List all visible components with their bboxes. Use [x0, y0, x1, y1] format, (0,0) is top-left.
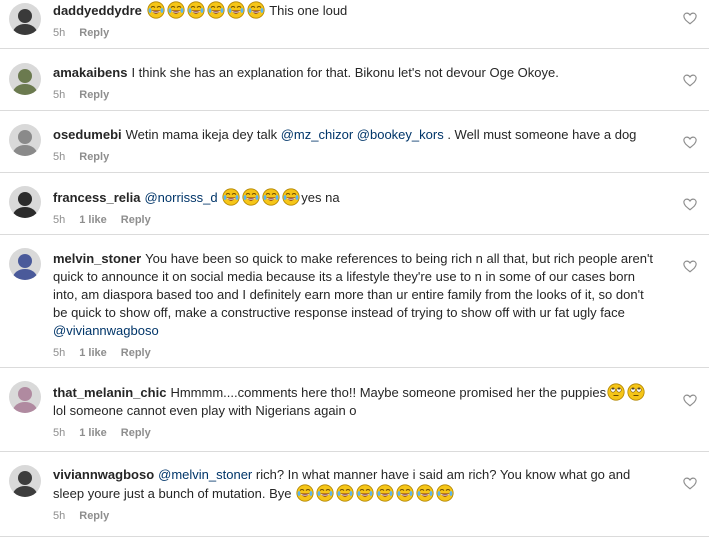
face-with-tears-of-joy-icon: [282, 188, 300, 206]
comment-timestamp[interactable]: 5h: [53, 214, 65, 226]
face-with-rolling-eyes-icon: [627, 383, 645, 401]
face-with-tears-of-joy-icon: [376, 484, 394, 502]
avatar[interactable]: [9, 186, 41, 218]
comment-username[interactable]: amakaibens: [53, 65, 127, 80]
face-with-tears-of-joy-icon: [436, 484, 454, 502]
mention-link[interactable]: @bookey_kors: [357, 127, 444, 142]
avatar[interactable]: [9, 63, 41, 95]
comment-meta: 5h Reply: [53, 26, 659, 51]
comment-timestamp[interactable]: 5h: [53, 427, 65, 439]
like-heart-icon[interactable]: [683, 198, 697, 211]
comment-item: daddyeddydre This one loud 5h Reply: [0, 0, 709, 49]
comment-username[interactable]: viviannwagboso: [53, 467, 154, 482]
comment-username[interactable]: osedumebi: [53, 127, 122, 142]
comment-body-text: You have been so quick to make reference…: [53, 251, 654, 320]
face-with-tears-of-joy-icon: [222, 188, 240, 206]
face-with-tears-of-joy-icon: [336, 484, 354, 502]
avatar[interactable]: [9, 124, 41, 156]
comment-body-text: I think she has an explanation for that.…: [131, 65, 559, 80]
comment-body-text: This one loud: [265, 3, 348, 18]
comment-text: that_melanin_chic Hmmmm....comments here …: [53, 383, 659, 420]
like-heart-icon[interactable]: [683, 260, 697, 273]
comment-item: amakaibens I think she has an explanation…: [0, 49, 709, 111]
face-with-tears-of-joy-icon: [187, 1, 205, 19]
comment-item: that_melanin_chic Hmmmm....comments here …: [0, 368, 709, 452]
comment-username[interactable]: daddyeddydre: [53, 3, 142, 18]
avatar[interactable]: [9, 3, 41, 35]
face-with-rolling-eyes-icon: [607, 383, 625, 401]
mention-link[interactable]: @viviannwagboso: [53, 323, 159, 338]
avatar[interactable]: [9, 465, 41, 497]
comment-like-count[interactable]: 1 like: [79, 427, 107, 439]
like-heart-icon[interactable]: [683, 74, 697, 87]
like-heart-icon[interactable]: [683, 394, 697, 407]
mention-link[interactable]: @mz_chizor: [281, 127, 353, 142]
comment-text: amakaibens I think she has an explanation…: [53, 64, 659, 82]
comment-text: osedumebi Wetin mama ikeja dey talk @mz_c…: [53, 126, 659, 144]
face-with-tears-of-joy-icon: [396, 484, 414, 502]
reply-button[interactable]: Reply: [121, 347, 151, 359]
comment-meta: 5h 1 like Reply: [53, 426, 659, 451]
reply-button[interactable]: Reply: [79, 151, 109, 163]
comment-timestamp[interactable]: 5h: [53, 510, 65, 522]
face-with-tears-of-joy-icon: [262, 188, 280, 206]
face-with-tears-of-joy-icon: [167, 1, 185, 19]
reply-button[interactable]: Reply: [79, 89, 109, 101]
face-with-tears-of-joy-icon: [416, 484, 434, 502]
comment-item: viviannwagboso @melvin_stoner rich? In wh…: [0, 452, 709, 537]
comment-username[interactable]: that_melanin_chic: [53, 385, 166, 400]
comment-list: daddyeddydre This one loud 5h Reply amakaib…: [0, 0, 709, 537]
face-with-tears-of-joy-icon: [147, 1, 165, 19]
face-with-tears-of-joy-icon: [356, 484, 374, 502]
face-with-tears-of-joy-icon: [296, 484, 314, 502]
like-heart-icon[interactable]: [683, 12, 697, 25]
reply-button[interactable]: Reply: [121, 214, 151, 226]
comment-body-text: lol someone cannot even play with Nigeri…: [53, 403, 357, 418]
comment-timestamp[interactable]: 5h: [53, 27, 65, 39]
mention-link[interactable]: @norrisss_d: [144, 190, 217, 205]
comment-text: melvin_stoner You have been so quick to m…: [53, 250, 659, 340]
reply-button[interactable]: Reply: [79, 27, 109, 39]
comment-body-text: Wetin mama ikeja dey talk: [125, 127, 281, 142]
comment-meta: 5h Reply: [53, 509, 659, 534]
face-with-tears-of-joy-icon: [227, 1, 245, 19]
comment-timestamp[interactable]: 5h: [53, 151, 65, 163]
comment-like-count[interactable]: 1 like: [79, 347, 107, 359]
mention-link[interactable]: @melvin_stoner: [158, 467, 252, 482]
comment-timestamp[interactable]: 5h: [53, 89, 65, 101]
face-with-tears-of-joy-icon: [242, 188, 260, 206]
comment-body-text: [218, 190, 222, 205]
comment-username[interactable]: melvin_stoner: [53, 251, 141, 266]
avatar[interactable]: [9, 381, 41, 413]
comment-text: daddyeddydre This one loud: [53, 1, 659, 20]
reply-button[interactable]: Reply: [121, 427, 151, 439]
comment-like-count[interactable]: 1 like: [79, 214, 107, 226]
like-heart-icon[interactable]: [683, 136, 697, 149]
comment-timestamp[interactable]: 5h: [53, 347, 65, 359]
comment-body-text: . Well must someone have a dog: [443, 127, 637, 142]
comment-item: osedumebi Wetin mama ikeja dey talk @mz_c…: [0, 111, 709, 173]
reply-button[interactable]: Reply: [79, 510, 109, 522]
like-heart-icon[interactable]: [683, 477, 697, 490]
comment-item: francess_relia @norrisss_d yes na 5h 1 like…: [0, 173, 709, 235]
comment-text: viviannwagboso @melvin_stoner rich? In wh…: [53, 466, 659, 503]
comment-meta: 5h Reply: [53, 88, 659, 113]
comment-meta: 5h Reply: [53, 150, 659, 175]
comment-item: melvin_stoner You have been so quick to m…: [0, 235, 709, 368]
comment-body-text: Hmmmm....comments here tho!! Maybe someo…: [170, 385, 607, 400]
avatar[interactable]: [9, 248, 41, 280]
face-with-tears-of-joy-icon: [207, 1, 225, 19]
comment-body-text: yes na: [301, 190, 340, 205]
comment-text: francess_relia @norrisss_d yes na: [53, 188, 659, 207]
face-with-tears-of-joy-icon: [247, 1, 265, 19]
face-with-tears-of-joy-icon: [316, 484, 334, 502]
comment-username[interactable]: francess_relia: [53, 190, 140, 205]
